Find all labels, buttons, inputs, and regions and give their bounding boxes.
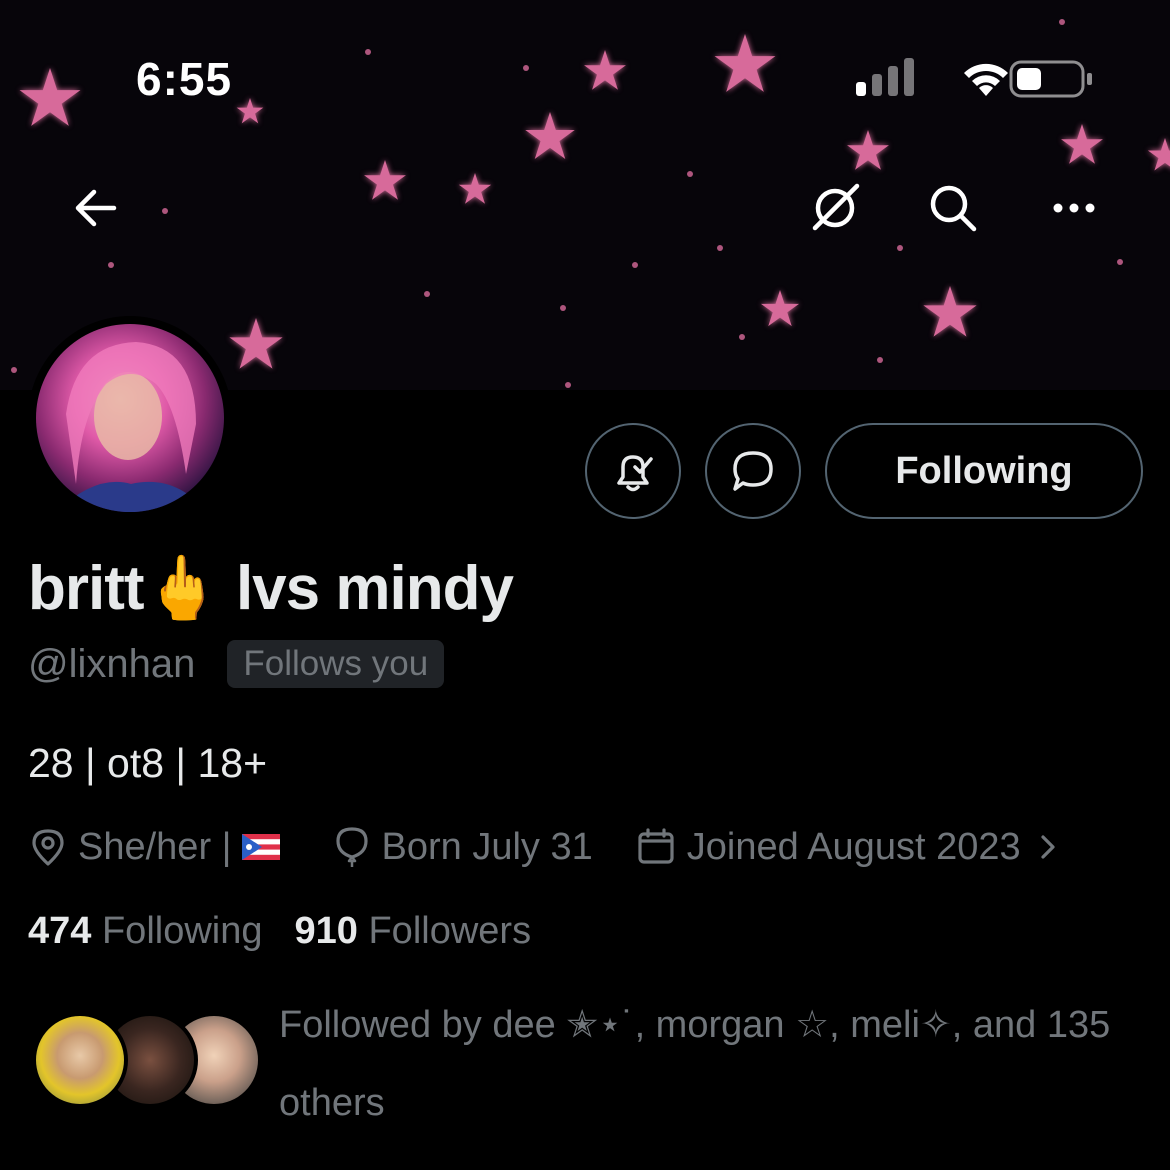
following-count: 474 [28, 910, 92, 952]
followers-count: 910 [294, 910, 358, 952]
handle-row: @lixnhan Follows you [28, 640, 445, 688]
following-button[interactable]: Following [825, 423, 1143, 519]
arrow-left-icon [75, 189, 117, 227]
profile-bio: 28 | ot8 | 18+ [28, 740, 268, 786]
profile-avatar[interactable] [28, 316, 232, 520]
followed-by-text[interactable]: Followed by dee ✭⋆˙, morgan ☆, meli✧, an… [279, 986, 1149, 1142]
profile-screen: 6:55 Following britt🖕 lvs mindy @lixnhan… [0, 0, 1170, 1170]
search-button[interactable] [911, 166, 995, 250]
balloon-icon [335, 827, 368, 867]
joined-item[interactable]: Joined August 2023 [635, 826, 1067, 869]
message-button[interactable] [705, 423, 801, 519]
back-button[interactable] [54, 166, 138, 250]
mutual-followers-avatars[interactable] [32, 1012, 262, 1108]
cellular-signal-icon [856, 58, 914, 96]
notifications-button[interactable] [585, 423, 681, 519]
pronouns-text: She/her | [78, 825, 232, 868]
chat-bubble-icon [733, 451, 773, 491]
user-handle: @lixnhan [28, 641, 196, 686]
calendar-icon [638, 828, 674, 864]
bell-check-icon [617, 455, 653, 492]
display-name: britt🖕 lvs mindy [28, 554, 514, 623]
wifi-icon [964, 63, 1008, 96]
follows-you-badge: Follows you [227, 640, 445, 688]
puerto-rico-flag-icon [241, 834, 280, 860]
birthday-text: Born July 31 [381, 825, 593, 868]
following-label: Following [101, 910, 263, 952]
search-icon [930, 185, 977, 232]
avatar [32, 1012, 128, 1108]
followers-count-link[interactable]: 910 Followers [295, 910, 532, 953]
more-horizontal-icon [1053, 203, 1095, 213]
location-item: She/her | [28, 826, 290, 869]
status-icons [852, 56, 1102, 102]
birthday-item: Born July 31 [332, 825, 593, 869]
chevron-right-icon [1041, 835, 1055, 859]
follow-counts: 474 Following 910 Followers [28, 910, 563, 953]
more-button[interactable] [1032, 166, 1116, 250]
location-pin-icon [32, 829, 64, 866]
grok-button[interactable] [793, 166, 877, 250]
battery-icon [1009, 60, 1092, 98]
avatar-image [36, 324, 224, 512]
joined-text: Joined August 2023 [686, 825, 1021, 868]
followers-label: Followers [368, 910, 532, 952]
profile-meta: She/her | Born July 31 Joined August 202… [28, 822, 1109, 872]
status-time: 6:55 [136, 53, 233, 105]
grok-icon [812, 183, 860, 231]
following-count-link[interactable]: 474 Following [28, 910, 263, 953]
